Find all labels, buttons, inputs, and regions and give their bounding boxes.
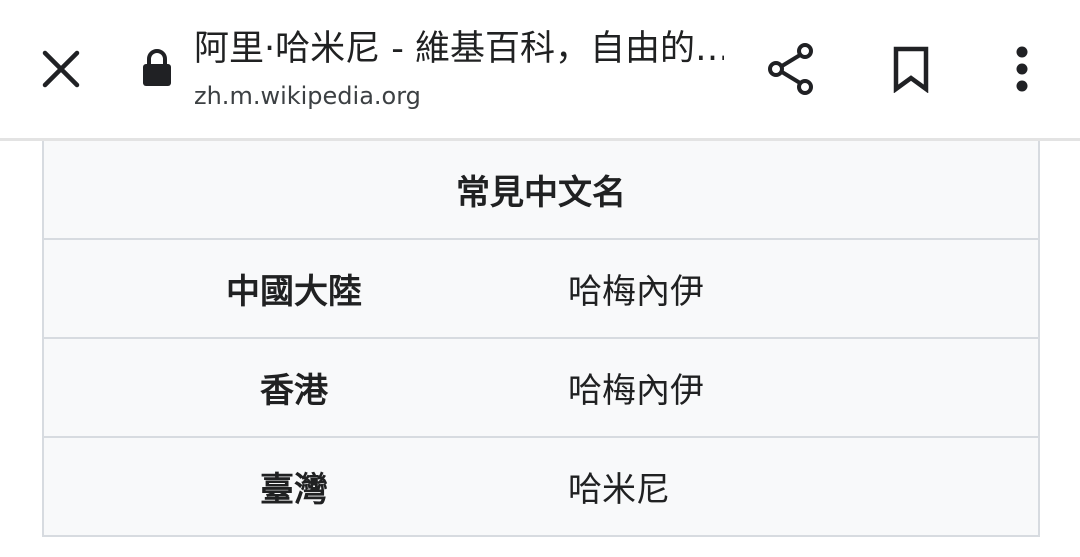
- infobox-header-text: 常見中文名: [456, 173, 626, 213]
- close-icon: [42, 50, 80, 88]
- bookmark-button[interactable]: [880, 38, 942, 100]
- region-label: 香港: [260, 371, 328, 411]
- table-row: 臺灣 哈米尼: [44, 438, 1038, 537]
- page-title[interactable]: 阿里·哈米尼 - 維基百科，自由的…: [194, 26, 724, 72]
- more-vert-icon: [1016, 46, 1028, 92]
- table-row: 中國大陸 哈梅內伊: [44, 240, 1038, 339]
- infobox-header: 常見中文名: [44, 141, 1038, 240]
- bookmark-icon: [893, 46, 929, 93]
- close-button[interactable]: [30, 38, 92, 100]
- table-row: 香港 哈梅內伊: [44, 339, 1038, 438]
- share-button[interactable]: [760, 38, 822, 100]
- lock-icon: [143, 49, 171, 86]
- browser-toolbar: 阿里·哈米尼 - 維基百科，自由的… zh.m.wikipedia.org: [0, 0, 1080, 141]
- more-options-button[interactable]: [994, 38, 1050, 100]
- name-value: 哈梅內伊: [568, 371, 704, 411]
- name-value: 哈米尼: [568, 470, 670, 510]
- share-icon: [768, 43, 813, 95]
- name-value: 哈梅內伊: [568, 272, 704, 312]
- region-label: 中國大陸: [226, 272, 362, 312]
- region-label: 臺灣: [260, 470, 328, 510]
- page-url[interactable]: zh.m.wikipedia.org: [194, 80, 421, 112]
- infobox-names-table: 常見中文名 中國大陸 哈梅內伊 香港 哈梅內伊 臺灣 哈米尼: [42, 141, 1040, 537]
